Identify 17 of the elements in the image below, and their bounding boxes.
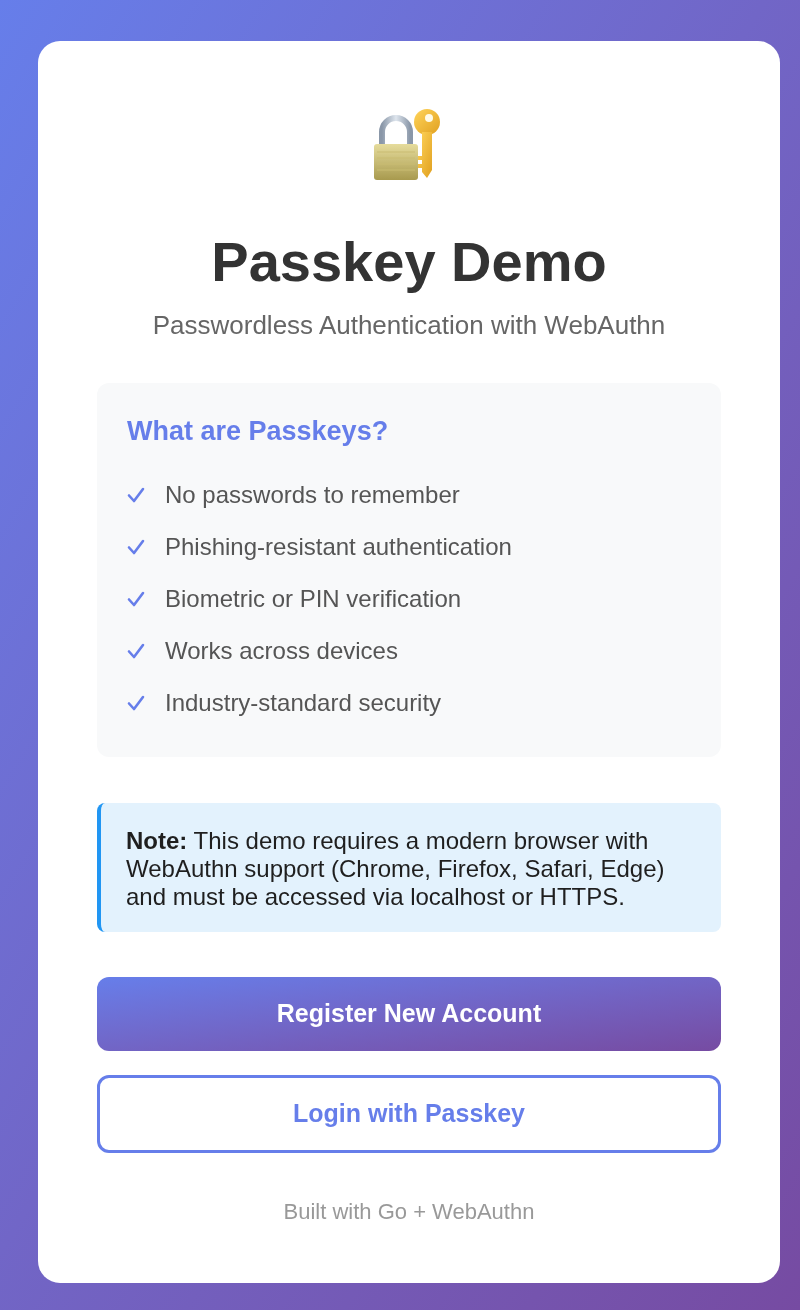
check-icon [127, 487, 145, 503]
feature-text: Phishing-resistant authentication [165, 532, 512, 562]
note-text: Note: This demo requires a modern browser with WebAuthn support (Chrome, Firefox, Safari, Edge) and must be accessed via localhost or HTTPS. [126, 827, 666, 911]
info-heading: What are Passkeys? [127, 415, 390, 447]
footer-text: Built with Go + WebAuthn [283, 1199, 535, 1225]
check-icon [127, 643, 145, 659]
feature-text: Biometric or PIN verification [165, 584, 462, 614]
feature-text: Industry-standard security [165, 688, 442, 718]
page-subtitle: Passwordless Authentication with WebAuthn [152, 310, 666, 340]
register-button[interactable]: Register New Account [97, 977, 721, 1051]
feature-text: No passwords to remember [165, 480, 460, 510]
check-icon [127, 591, 145, 607]
login-button[interactable]: Login with Passkey [97, 1075, 721, 1153]
check-icon [127, 539, 145, 555]
page-title: Passkey Demo [211, 233, 607, 291]
feature-text: Works across devices [165, 636, 398, 666]
check-icon [127, 695, 145, 711]
